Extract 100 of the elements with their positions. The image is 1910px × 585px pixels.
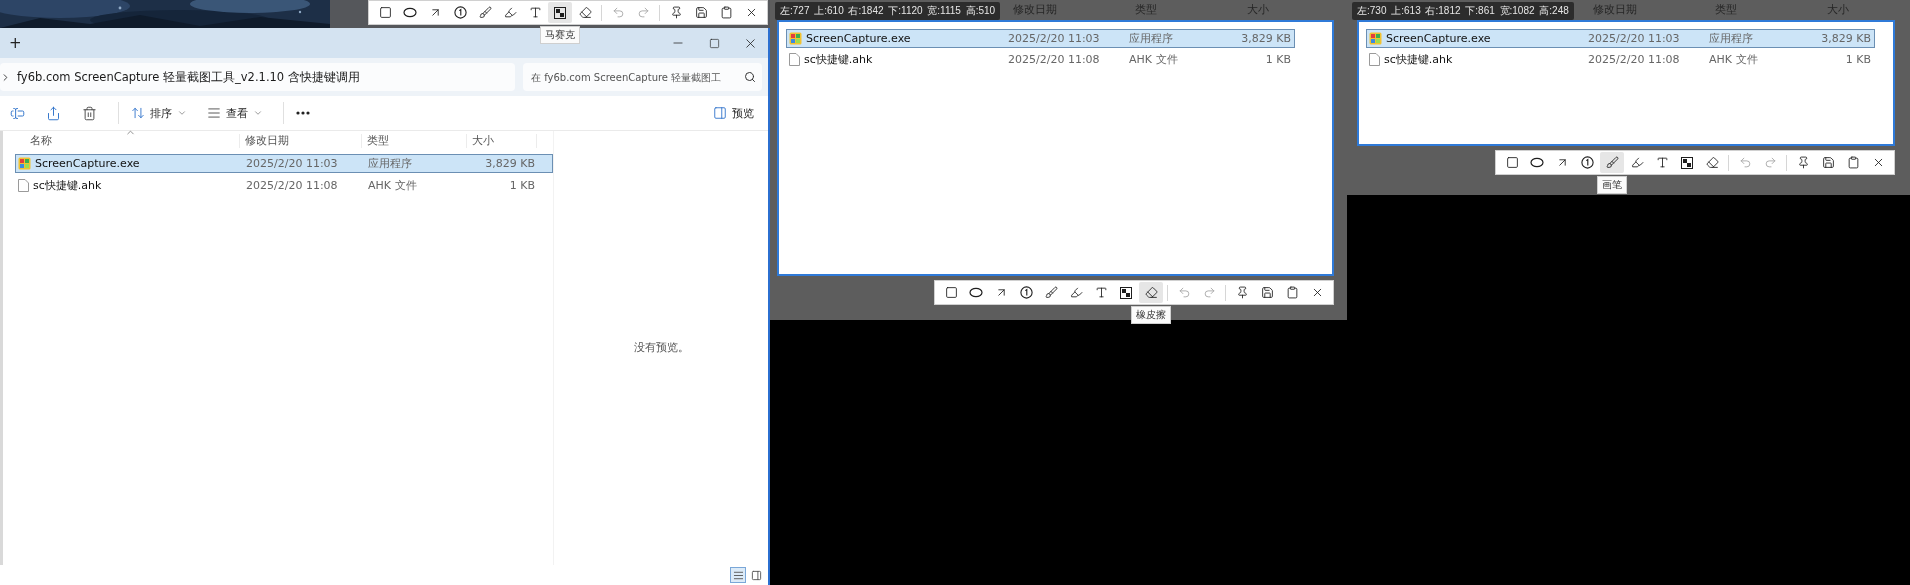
column-header[interactable]: 类型	[362, 134, 467, 148]
file-row[interactable]: sc快捷键.ahk 2025/2/20 11:08 AHK 文件 1 KB	[15, 176, 553, 195]
eraser-icon	[1705, 156, 1719, 169]
details-view-button[interactable]	[730, 567, 746, 583]
clipboard-icon	[1285, 286, 1299, 299]
file-name-cell: ScreenCapture.exe	[16, 157, 241, 170]
caret-icon	[253, 108, 263, 118]
type-cell-text: 应用程序	[1708, 31, 1754, 46]
sort-button[interactable]: 排序	[125, 99, 193, 127]
file-row[interactable]: ScreenCapture.exe 2025/2/20 11:03 应用程序 3,829 KB	[15, 154, 553, 173]
undo-icon	[1177, 286, 1191, 299]
preview-pane-icon	[713, 106, 727, 120]
text-cursor-icon	[10, 105, 25, 121]
numbered-circle-icon	[453, 6, 467, 19]
date-cell-text: 2025/2/20 11:03	[245, 157, 339, 170]
numbered-circle-icon	[1019, 286, 1033, 299]
brush-icon	[1605, 156, 1619, 169]
caret-icon	[177, 108, 187, 118]
file-name-cell: ScreenCapture.exe	[1367, 32, 1583, 45]
brush-icon	[478, 6, 492, 19]
file-icon	[789, 53, 800, 66]
text-icon	[1094, 286, 1108, 299]
ellipse-icon	[969, 287, 983, 298]
file-name-cell: ScreenCapture.exe	[787, 32, 1003, 45]
ellipse-icon	[1530, 157, 1544, 168]
size-cell-text: 3,829 KB	[484, 157, 536, 170]
file-icon	[18, 179, 29, 192]
tooltip: 马赛克	[540, 26, 580, 44]
text-icon	[528, 6, 542, 19]
date-cell-text: 2025/2/20 11:08	[1007, 53, 1101, 66]
highlighter-icon	[1069, 286, 1083, 299]
type-cell-text: 应用程序	[1128, 31, 1174, 46]
share-icon	[46, 105, 61, 121]
mosaic-icon	[1681, 156, 1693, 169]
mosaic-icon	[1120, 286, 1132, 299]
view-lines-icon	[207, 106, 221, 120]
undo-icon	[1738, 156, 1752, 169]
clipboard-icon	[719, 6, 733, 19]
column-header[interactable]: 名称	[15, 134, 240, 148]
size-cell-text: 1 KB	[508, 179, 536, 192]
eraser-icon	[1144, 286, 1158, 299]
highlighter-icon	[503, 6, 517, 19]
size-cell-text: 1 KB	[1844, 53, 1872, 66]
save-icon	[1821, 156, 1835, 169]
eraser-icon	[578, 6, 592, 19]
type-cell-text: AHK 文件	[1708, 52, 1759, 67]
view-button[interactable]: 查看	[201, 99, 269, 127]
pin-icon	[1235, 286, 1249, 299]
ellipse-icon	[403, 7, 417, 18]
column-header[interactable]: 修改日期	[240, 134, 362, 148]
highlighter-icon	[1630, 156, 1644, 169]
selection-info-label: 左:730 上:613 右:1812 下:861 宽:1082 高:248	[1352, 2, 1574, 20]
search-field[interactable]: 在 fy6b.com ScreenCapture 轻量截图工	[523, 63, 762, 91]
search-icon	[744, 71, 756, 83]
type-cell-text: 应用程序	[367, 156, 413, 171]
selection-info-label: 左:727 上:610 右:1842 下:1120 宽:1115 高:510	[775, 2, 1001, 20]
capture-selection[interactable]: ScreenCapture.exe 2025/2/20 11:03 应用程序 3,829 KB sc快捷键.ahk 2025/2/20 11:08 AHK 文件 1 KB	[1357, 20, 1895, 146]
numbered-circle-icon	[1580, 156, 1594, 169]
redo-icon	[636, 6, 650, 19]
pin-icon	[1796, 156, 1810, 169]
size-cell-text: 3,829 KB	[1240, 32, 1292, 45]
capture-selection[interactable]: ScreenCapture.exe 2025/2/20 11:03 应用程序 3,829 KB sc快捷键.ahk 2025/2/20 11:08 AHK 文件 1 KB	[777, 20, 1334, 276]
size-cell-text: 1 KB	[1264, 53, 1292, 66]
type-cell-text: AHK 文件	[1128, 52, 1179, 67]
date-cell-text: 2025/2/20 11:03	[1007, 32, 1101, 45]
maximize-icon	[708, 37, 720, 49]
column-header[interactable]: 大小	[467, 134, 537, 148]
type-cell-text: AHK 文件	[367, 178, 418, 193]
mosaic-icon	[554, 6, 566, 19]
file-name-cell: sc快捷键.ahk	[16, 178, 241, 193]
rectangle-icon	[378, 6, 392, 19]
tooltip: 橡皮擦	[1131, 306, 1171, 324]
application-icon	[1369, 32, 1382, 45]
save-icon	[694, 6, 708, 19]
more-icon	[296, 111, 310, 115]
new-tab-button[interactable]: +	[9, 34, 22, 52]
date-cell-text: 2025/2/20 11:08	[245, 179, 339, 192]
tooltip: 画笔	[1597, 176, 1627, 194]
pin-icon	[669, 6, 683, 19]
file-name-cell: sc快捷键.ahk	[787, 52, 1003, 67]
date-cell-text: 2025/2/20 11:08	[1587, 53, 1681, 66]
rectangle-icon	[1505, 156, 1519, 169]
no-preview-text: 没有预览。	[633, 341, 689, 355]
size-cell-text: 3,829 KB	[1820, 32, 1872, 45]
file-name-cell: sc快捷键.ahk	[1367, 52, 1583, 67]
address-field[interactable]: fy6b.com ScreenCapture 轻量截图工具_v2.1.10 含快捷键调用	[0, 63, 515, 91]
file-icon	[1369, 53, 1380, 66]
trash-icon	[82, 105, 97, 121]
save-icon	[1260, 286, 1274, 299]
brush-icon	[1044, 286, 1058, 299]
undo-icon	[611, 6, 625, 19]
text-icon	[1655, 156, 1669, 169]
application-icon	[789, 32, 802, 45]
redo-icon	[1763, 156, 1777, 169]
tiles-icon	[750, 569, 762, 581]
preview-button[interactable]: 预览	[707, 99, 760, 127]
redo-icon	[1202, 286, 1216, 299]
sort-icon	[131, 106, 145, 120]
date-cell-text: 2025/2/20 11:03	[1587, 32, 1681, 45]
details-icon	[732, 569, 744, 581]
